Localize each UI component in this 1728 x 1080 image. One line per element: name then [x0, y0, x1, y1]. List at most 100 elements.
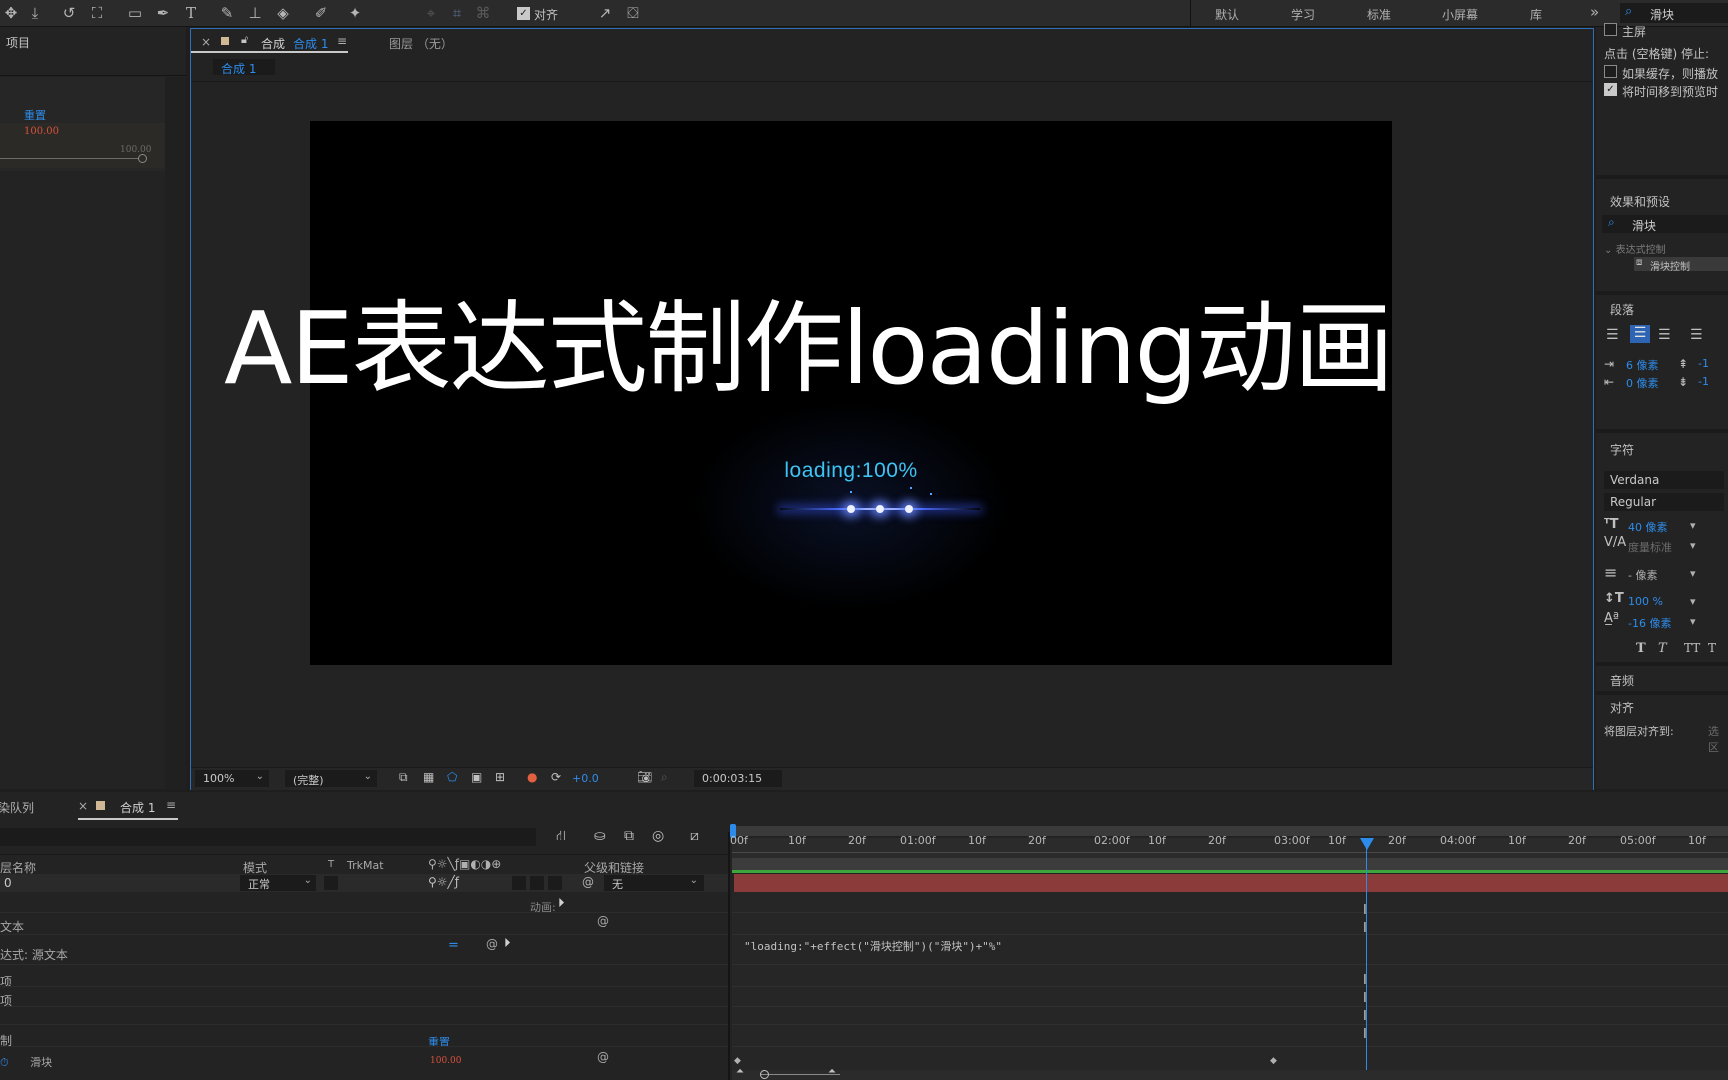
- expression-enable-icon[interactable]: =: [448, 938, 459, 953]
- comp-menu-icon[interactable]: ≡: [337, 34, 347, 48]
- expression-code[interactable]: "loading:"+effect("滑块控制")("滑块")+"%": [744, 938, 1002, 954]
- timeline-tab-label[interactable]: 合成 1: [120, 799, 155, 816]
- main-screen-checkbox[interactable]: [1604, 23, 1617, 36]
- indent-left-value[interactable]: 6 像素: [1626, 357, 1659, 373]
- zoom-dropdown[interactable]: 100% ⌄: [195, 770, 269, 787]
- cache-checkbox[interactable]: [1604, 65, 1617, 78]
- playhead[interactable]: [1360, 838, 1374, 852]
- zoom-slider-handle[interactable]: [760, 1070, 769, 1079]
- small-caps-icon[interactable]: T: [1708, 641, 1716, 655]
- align-checkbox[interactable]: ✓: [517, 7, 530, 20]
- zoom-out-icon[interactable]: ⏶: [736, 1066, 744, 1077]
- workspace-libraries[interactable]: 库: [1530, 6, 1542, 23]
- workspace-standard[interactable]: 标准: [1367, 6, 1391, 23]
- slider-handle[interactable]: [138, 154, 147, 163]
- shy-layers-icon[interactable]: ⧉: [624, 828, 634, 844]
- timeline-zoom-bar[interactable]: ⏶ ⏶: [732, 1066, 1728, 1080]
- clone-stamp-icon[interactable]: ⊥: [244, 3, 266, 23]
- workspace-learn[interactable]: 学习: [1291, 6, 1315, 23]
- switch-box-2[interactable]: [530, 876, 544, 890]
- chevron-down-icon[interactable]: ▾: [1690, 595, 1696, 608]
- region-of-interest-icon[interactable]: ▣: [471, 770, 482, 784]
- parent-dropdown[interactable]: 无 ⌄: [604, 875, 704, 891]
- options-row-1[interactable]: 选项: [0, 973, 12, 990]
- brush-tool-icon[interactable]: ✎: [216, 3, 238, 23]
- frame-blending-icon[interactable]: ◎: [652, 828, 664, 844]
- align-to-selection[interactable]: 选区: [1708, 723, 1728, 755]
- align-left-icon[interactable]: ☰: [1606, 327, 1619, 343]
- workspace-small-screen[interactable]: 小屏幕: [1442, 6, 1478, 23]
- workspace-more[interactable]: »: [1590, 3, 1599, 21]
- anchor-icon[interactable]: ⤓: [24, 3, 46, 23]
- layer-switches-icon[interactable]: ⚲☼╱ƒ: [428, 875, 459, 889]
- composition-mini-flowchart-icon[interactable]: ⛙: [556, 828, 566, 846]
- show-snapshot-icon[interactable]: ⌕: [661, 770, 668, 785]
- slider-keyframe-start[interactable]: ◆: [734, 1056, 741, 1066]
- grid-guides-icon[interactable]: ⊞: [495, 770, 505, 784]
- slider-track[interactable]: [0, 158, 142, 159]
- mask-path-icon[interactable]: ⬠: [447, 770, 457, 784]
- slider-row[interactable]: ⏱ 滑块: [0, 1054, 52, 1070]
- expression-controls-folder[interactable]: ⌄ 表达式控制: [1604, 241, 1666, 256]
- slider-control-item[interactable]: ⧈ 滑块控制: [1634, 257, 1728, 273]
- render-queue-tab[interactable]: 渲染队列: [0, 799, 34, 816]
- comp-close-icon[interactable]: ×: [201, 35, 211, 49]
- draft-3d-icon[interactable]: ⛀: [594, 828, 606, 844]
- align-right-icon[interactable]: ☰: [1658, 327, 1671, 343]
- kerning-value[interactable]: 度量标准: [1628, 539, 1672, 555]
- resolution-dropdown[interactable]: (完整) ⌄: [285, 770, 377, 787]
- help-search-input[interactable]: 滑块: [1650, 6, 1674, 23]
- slider-pickwhip-icon[interactable]: @: [597, 1050, 609, 1064]
- transparency-grid-icon[interactable]: ▦: [423, 770, 434, 784]
- font-style-dropdown[interactable]: Regular: [1604, 493, 1724, 511]
- current-time-display[interactable]: 0:00:03:15: [694, 770, 782, 787]
- layer-row[interactable]: 0 正常 ⌄ ⚲☼╱ƒ @ 无 ⌄: [0, 874, 728, 892]
- camera-orbit-icon[interactable]: ⛶: [86, 3, 108, 23]
- rectangle-tool-icon[interactable]: ▭: [124, 3, 146, 23]
- eraser-icon[interactable]: ◈: [272, 3, 294, 23]
- comp-tab-name[interactable]: 合成 1: [293, 35, 328, 52]
- fast-preview-icon[interactable]: ⧉: [399, 770, 408, 785]
- move-time-checkbox[interactable]: ✓: [1604, 83, 1617, 96]
- move-icon[interactable]: ✥: [0, 3, 22, 23]
- baseline-shift-value[interactable]: -16 像素: [1628, 615, 1671, 631]
- reset-exposure-icon[interactable]: ⟳: [551, 770, 561, 784]
- reset-link[interactable]: 重置: [24, 107, 46, 123]
- effect-reset-link[interactable]: 重置: [428, 1034, 450, 1050]
- slider-value[interactable]: 100.00: [24, 126, 59, 137]
- chevron-down-icon[interactable]: ▾: [1690, 539, 1696, 552]
- rotate-icon[interactable]: ↺: [58, 3, 80, 23]
- justify-icon[interactable]: ☰: [1690, 327, 1703, 343]
- expression-graph-icon[interactable]: @: [486, 937, 498, 951]
- source-text-pickwhip-icon[interactable]: @: [597, 914, 609, 928]
- chevron-down-icon[interactable]: ▾: [1690, 615, 1696, 628]
- snap-icon[interactable]: ↗: [594, 3, 616, 23]
- text-tool-icon[interactable]: T: [180, 3, 202, 23]
- puppet-pin-icon[interactable]: ✦: [344, 3, 366, 23]
- faux-italic-icon[interactable]: T: [1658, 641, 1667, 656]
- vertical-scale-value[interactable]: 100 %: [1628, 595, 1663, 608]
- layer-duration-bar[interactable]: [734, 874, 1728, 892]
- col-trkmat[interactable]: TrkMat: [347, 859, 384, 872]
- layer-tab[interactable]: 图层 （无）: [389, 35, 453, 52]
- faux-bold-icon[interactable]: T: [1636, 641, 1646, 656]
- switch-box-3[interactable]: [548, 876, 562, 890]
- exposure-value[interactable]: +0.0: [572, 772, 599, 785]
- layer-mode-dropdown[interactable]: 正常 ⌄: [240, 875, 316, 891]
- timeline-menu-icon[interactable]: ≡: [166, 798, 176, 812]
- source-text-row[interactable]: 源文本: [0, 918, 24, 935]
- align-center-icon[interactable]: ☰: [1630, 325, 1650, 343]
- chevron-down-icon[interactable]: ▾: [1690, 567, 1696, 580]
- workspace-default[interactable]: 默认: [1215, 6, 1239, 23]
- all-caps-icon[interactable]: TT: [1684, 641, 1700, 655]
- expression-row[interactable]: 表达式: 源文本: [0, 946, 68, 963]
- slider-keyframe-end[interactable]: ◆: [1270, 1056, 1277, 1066]
- expression-language-icon[interactable]: ⏵: [504, 936, 511, 951]
- font-size-value[interactable]: 40 像素: [1628, 519, 1668, 535]
- effects-search-box[interactable]: ⌕ 滑块: [1602, 215, 1728, 233]
- lock-icon[interactable]: 🔓︎: [241, 33, 248, 47]
- trkmat-box[interactable]: [324, 876, 338, 890]
- comp-tab-prefix[interactable]: 合成: [261, 35, 285, 52]
- color-channels-icon[interactable]: ●: [527, 770, 537, 784]
- effects-search-input[interactable]: 滑块: [1632, 217, 1656, 234]
